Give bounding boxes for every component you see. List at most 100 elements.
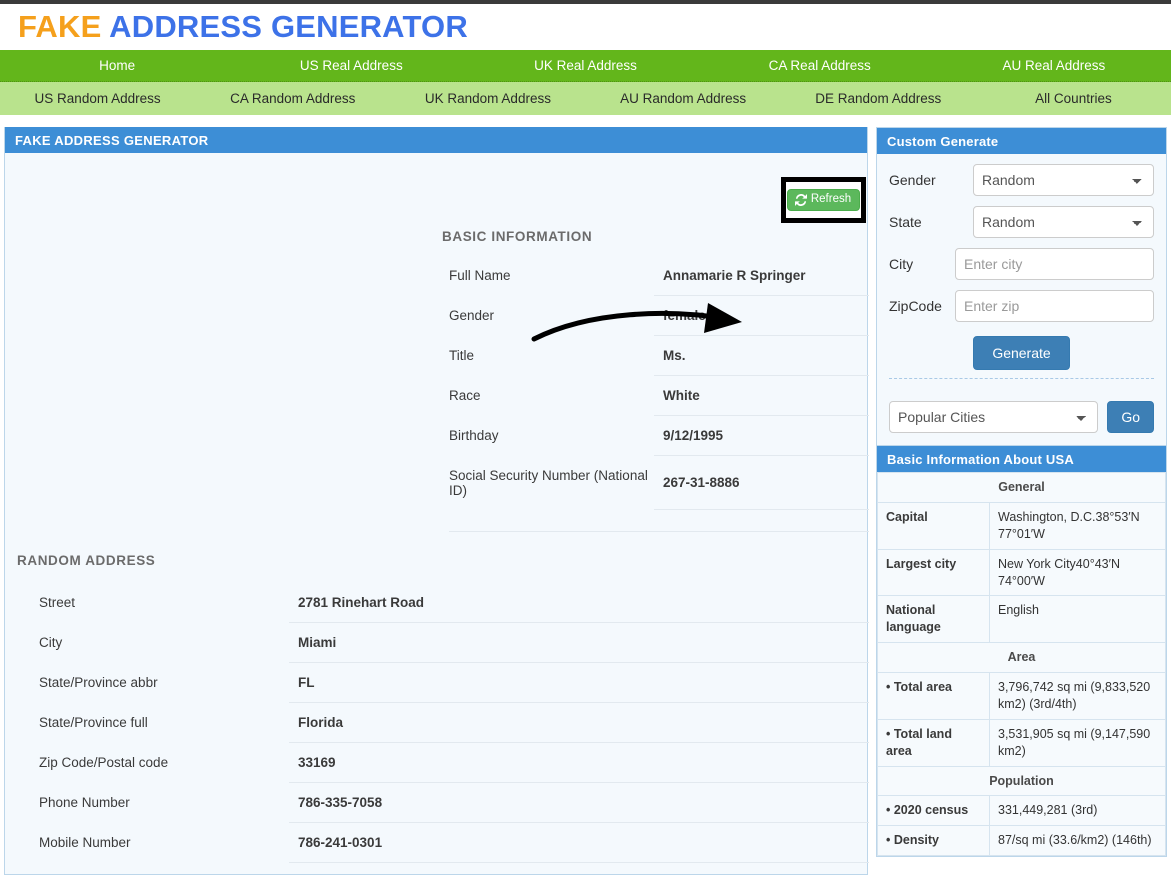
row-label-state-full: State/Province full (39, 703, 289, 743)
row-label-2020-census: • 2020 census (878, 796, 990, 826)
nav-item-au-real-address[interactable]: AU Real Address (937, 50, 1171, 81)
row-label-ssn: Social Security Number (National ID) (449, 456, 654, 510)
country-info-card: Basic Information About USA General Capi… (876, 446, 1167, 857)
row-label-phone: Phone Number (39, 783, 289, 823)
row-value-phone: 786-335-7058 (289, 783, 869, 823)
table-row: Street 2781 Rinehart Road (39, 583, 869, 623)
row-value-density: 87/sq mi (33.6/km2) (146th) (990, 826, 1166, 856)
fake-address-panel: FAKE ADDRESS GENERATOR Refre (4, 127, 868, 875)
nav-item-uk-random-address[interactable]: UK Random Address (390, 82, 585, 115)
row-label-density: • Density (878, 826, 990, 856)
label-city: City (889, 256, 955, 272)
section-label-general: General (878, 473, 1166, 503)
nav-item-au-random-address[interactable]: AU Random Address (586, 82, 781, 115)
form-row-zipcode: ZipCode (889, 290, 1154, 322)
table-row: National language English (878, 596, 1166, 643)
row-value-race: White (654, 376, 869, 416)
custom-generate-body: Gender Random State Random City (877, 154, 1166, 401)
nav-item-us-random-address[interactable]: US Random Address (0, 82, 195, 115)
row-value-ssn: 267-31-8886 (654, 456, 869, 510)
table-row: Mobile Number 786-241-0301 (39, 823, 869, 863)
table-row: • Total area 3,796,742 sq mi (9,833,520 … (878, 673, 1166, 720)
nav-item-de-random-address[interactable]: DE Random Address (781, 82, 976, 115)
table-row: Social Security Number (National ID) 267… (449, 456, 869, 510)
form-row-city: City (889, 248, 1154, 280)
city-input[interactable] (955, 248, 1154, 280)
nav-item-uk-real-address[interactable]: UK Real Address (468, 50, 702, 81)
table-row: Gender female (449, 296, 869, 336)
popular-cities-select[interactable]: Popular Cities (889, 401, 1098, 433)
row-label-total-land-area: • Total land area (878, 719, 990, 766)
section-label-area: Area (878, 643, 1166, 673)
secondary-navigation: US Random Address CA Random Address UK R… (0, 82, 1171, 116)
row-label-birthday: Birthday (449, 416, 654, 456)
row-label-total-area: • Total area (878, 673, 990, 720)
basic-information-heading: BASIC INFORMATION (442, 229, 592, 244)
label-gender: Gender (889, 172, 973, 188)
row-value-state-full: Florida (289, 703, 869, 743)
row-label-street: Street (39, 583, 289, 623)
nav-item-all-countries[interactable]: All Countries (976, 82, 1171, 115)
site-title-fake: FAKE (18, 9, 101, 44)
table-row: • 2020 census 331,449,281 (3rd) (878, 796, 1166, 826)
row-value-city: Miami (289, 623, 869, 663)
section-label-population: Population (878, 766, 1166, 796)
sidebar: Custom Generate Gender Random State Rand… (876, 127, 1167, 857)
state-select[interactable]: Random (973, 206, 1154, 238)
zipcode-input[interactable] (955, 290, 1154, 322)
popular-cities-row: Popular Cities Go (877, 401, 1166, 445)
row-label-capital: Capital (878, 502, 990, 549)
row-value-national-language: English (990, 596, 1166, 643)
table-row-spacer (449, 510, 869, 532)
primary-navigation: Home US Real Address UK Real Address CA … (0, 50, 1171, 82)
row-value-zip: 33169 (289, 743, 869, 783)
site-title-rest: ADDRESS GENERATOR (101, 9, 467, 44)
table-row: Full Name Annamarie R Springer (449, 256, 869, 296)
fake-address-panel-body: Refresh BASIC INFORMATION Full Name Anna… (5, 153, 867, 874)
row-label-race: Race (449, 376, 654, 416)
row-label-zip: Zip Code/Postal code (39, 743, 289, 783)
refresh-button[interactable]: Refresh (787, 189, 860, 211)
fake-address-panel-title: FAKE ADDRESS GENERATOR (5, 127, 867, 153)
row-value-total-land-area: 3,531,905 sq mi (9,147,590 km2) (990, 719, 1166, 766)
form-row-gender: Gender Random (889, 164, 1154, 196)
row-label-full-name: Full Name (449, 256, 654, 296)
table-row: Zip Code/Postal code 33169 (39, 743, 869, 783)
divider (889, 378, 1154, 379)
table-row-spacer (39, 863, 869, 878)
row-label-title: Title (449, 336, 654, 376)
nav-item-ca-real-address[interactable]: CA Real Address (703, 50, 937, 81)
table-row: State/Province full Florida (39, 703, 869, 743)
country-info-title: Basic Information About USA (877, 446, 1166, 472)
basic-information-table: Full Name Annamarie R Springer Gender fe… (449, 256, 869, 532)
table-row: Race White (449, 376, 869, 416)
row-value-title: Ms. (654, 336, 869, 376)
go-button[interactable]: Go (1107, 401, 1154, 433)
refresh-button-highlight: Refresh (781, 177, 866, 223)
table-row: Capital Washington, D.C.38°53′N 77°01′W (878, 502, 1166, 549)
gender-select[interactable]: Random (973, 164, 1154, 196)
row-value-capital: Washington, D.C.38°53′N 77°01′W (990, 502, 1166, 549)
random-address-table: Street 2781 Rinehart Road City Miami Sta… (39, 583, 869, 878)
row-label-state-abbr: State/Province abbr (39, 663, 289, 703)
nav-item-ca-random-address[interactable]: CA Random Address (195, 82, 390, 115)
table-row: Birthday 9/12/1995 (449, 416, 869, 456)
nav-item-home[interactable]: Home (0, 50, 234, 81)
generate-button[interactable]: Generate (973, 336, 1069, 370)
row-value-2020-census: 331,449,281 (3rd) (990, 796, 1166, 826)
table-row: Phone Number 786-335-7058 (39, 783, 869, 823)
nav-item-us-real-address[interactable]: US Real Address (234, 50, 468, 81)
site-title: FAKE ADDRESS GENERATOR (18, 9, 468, 45)
table-row: Largest city New York City40°43′N 74°00′… (878, 549, 1166, 596)
refresh-icon (795, 194, 807, 206)
label-state: State (889, 214, 973, 230)
row-value-mobile: 786-241-0301 (289, 823, 869, 863)
row-label-mobile: Mobile Number (39, 823, 289, 863)
row-value-full-name: Annamarie R Springer (654, 256, 869, 296)
table-row: • Total land area 3,531,905 sq mi (9,147… (878, 719, 1166, 766)
table-row: City Miami (39, 623, 869, 663)
row-label-city: City (39, 623, 289, 663)
custom-generate-title: Custom Generate (877, 128, 1166, 154)
row-value-state-abbr: FL (289, 663, 869, 703)
row-value-largest-city: New York City40°43′N 74°00′W (990, 549, 1166, 596)
